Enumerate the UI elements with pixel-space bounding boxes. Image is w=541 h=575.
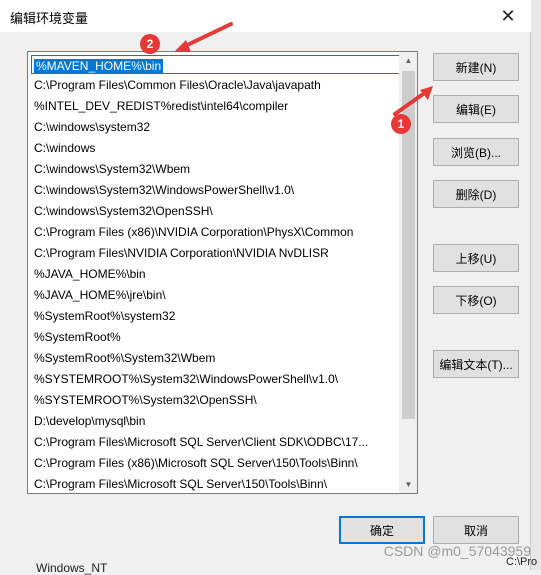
close-icon: ✕ bbox=[500, 5, 516, 26]
list-item[interactable]: C:\windows\System32\WindowsPowerShell\v1… bbox=[28, 180, 400, 201]
scroll-up-arrow-icon[interactable]: ▲ bbox=[400, 52, 417, 69]
title-bar: 编辑环境变量 ✕ bbox=[0, 0, 531, 32]
list-item[interactable]: %SYSTEMROOT%\System32\WindowsPowerShell\… bbox=[28, 369, 400, 390]
list-item-selected[interactable]: %MAVEN_HOME%\bin bbox=[28, 54, 400, 75]
list-item[interactable]: D:\develop\mysql\bin bbox=[28, 411, 400, 432]
path-list[interactable]: %MAVEN_HOME%\bin C:\Program Files\Common … bbox=[27, 51, 418, 494]
list-item[interactable]: %JAVA_HOME%\bin bbox=[28, 264, 400, 285]
list-item[interactable]: %SystemRoot%\system32 bbox=[28, 306, 400, 327]
delete-button[interactable]: 删除(D) bbox=[433, 180, 519, 208]
window-title: 编辑环境变量 bbox=[10, 11, 89, 26]
list-item[interactable]: C:\windows\system32 bbox=[28, 117, 400, 138]
scroll-down-arrow-icon[interactable]: ▼ bbox=[400, 476, 417, 493]
move-up-button[interactable]: 上移(U) bbox=[433, 244, 519, 272]
cancel-button[interactable]: 取消 bbox=[433, 516, 519, 544]
list-item[interactable]: C:\Program Files (x86)\NVIDIA Corporatio… bbox=[28, 222, 400, 243]
list-item[interactable]: %INTEL_DEV_REDIST%redist\intel64\compile… bbox=[28, 96, 400, 117]
list-item[interactable]: %SystemRoot% bbox=[28, 327, 400, 348]
move-down-button[interactable]: 下移(O) bbox=[433, 286, 519, 314]
list-item[interactable]: %SYSTEMROOT%\System32\OpenSSH\ bbox=[28, 390, 400, 411]
list-item[interactable]: C:\Program Files\Microsoft SQL Server\Cl… bbox=[28, 432, 400, 453]
list-item[interactable]: C:\windows\System32\OpenSSH\ bbox=[28, 201, 400, 222]
inline-edit-field[interactable]: %MAVEN_HOME%\bin bbox=[31, 55, 400, 74]
background-window-edge bbox=[531, 0, 541, 570]
list-item[interactable]: C:\Program Files (x86)\Microsoft SQL Ser… bbox=[28, 453, 400, 474]
new-button[interactable]: 新建(N) bbox=[433, 53, 519, 81]
list-item[interactable]: C:\Program Files\NVIDIA Corporation\NVID… bbox=[28, 243, 400, 264]
background-text-fragment: Windows_NT bbox=[36, 561, 108, 575]
edit-text-button[interactable]: 编辑文本(T)... bbox=[433, 350, 519, 378]
browse-button[interactable]: 浏览(B)... bbox=[433, 138, 519, 166]
list-item[interactable]: C:\Program Files\Microsoft SQL Server\15… bbox=[28, 474, 400, 493]
inline-edit-text: %MAVEN_HOME%\bin bbox=[34, 59, 164, 74]
edit-button[interactable]: 编辑(E) bbox=[433, 95, 519, 123]
list-item[interactable]: %SystemRoot%\System32\Wbem bbox=[28, 348, 400, 369]
list-item[interactable]: C:\windows bbox=[28, 138, 400, 159]
list-item[interactable]: C:\windows\System32\Wbem bbox=[28, 159, 400, 180]
badge-step-1: 1 bbox=[391, 114, 411, 134]
list-item[interactable]: C:\Program Files\Common Files\Oracle\Jav… bbox=[28, 75, 400, 96]
close-button[interactable]: ✕ bbox=[485, 0, 531, 32]
watermark: CSDN @m0_57043959 bbox=[383, 543, 531, 559]
badge-step-2: 2 bbox=[140, 34, 160, 54]
list-item[interactable]: %JAVA_HOME%\jre\bin\ bbox=[28, 285, 400, 306]
path-list-rows: %MAVEN_HOME%\bin C:\Program Files\Common … bbox=[28, 54, 400, 493]
edit-env-var-dialog: 编辑环境变量 ✕ %MAVEN_HOME%\bin C:\Program File… bbox=[0, 0, 531, 570]
ok-button[interactable]: 确定 bbox=[339, 516, 425, 544]
